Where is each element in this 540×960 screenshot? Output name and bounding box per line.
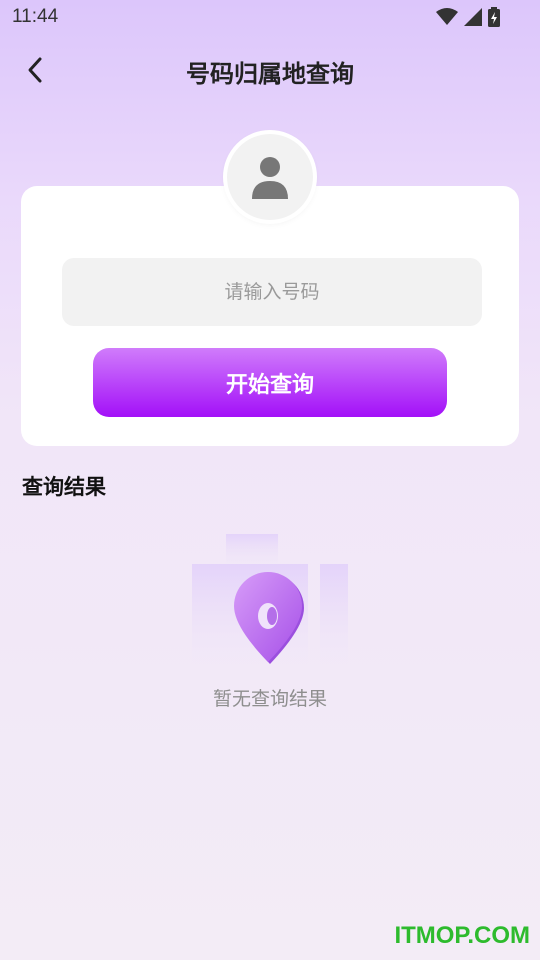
avatar xyxy=(227,134,313,220)
empty-state-illustration xyxy=(180,528,360,668)
watermark: ITMOP.COM xyxy=(394,922,530,949)
status-time: 11:44 xyxy=(12,6,59,27)
location-pin-illustration-icon xyxy=(192,534,348,664)
page-title: 号码归属地查询 xyxy=(186,60,354,88)
empty-results-text: 暂无查询结果 xyxy=(212,688,327,710)
user-icon xyxy=(252,157,288,199)
status-icons xyxy=(436,7,500,27)
status-bar: 11:44 xyxy=(0,0,540,34)
wifi-icon xyxy=(436,8,458,25)
signal-icon xyxy=(464,8,482,26)
results-section-title: 查询结果 xyxy=(22,475,106,499)
start-query-button[interactable]: 开始查询 xyxy=(93,348,447,417)
phone-number-input[interactable] xyxy=(62,258,482,326)
battery-icon xyxy=(488,7,500,27)
